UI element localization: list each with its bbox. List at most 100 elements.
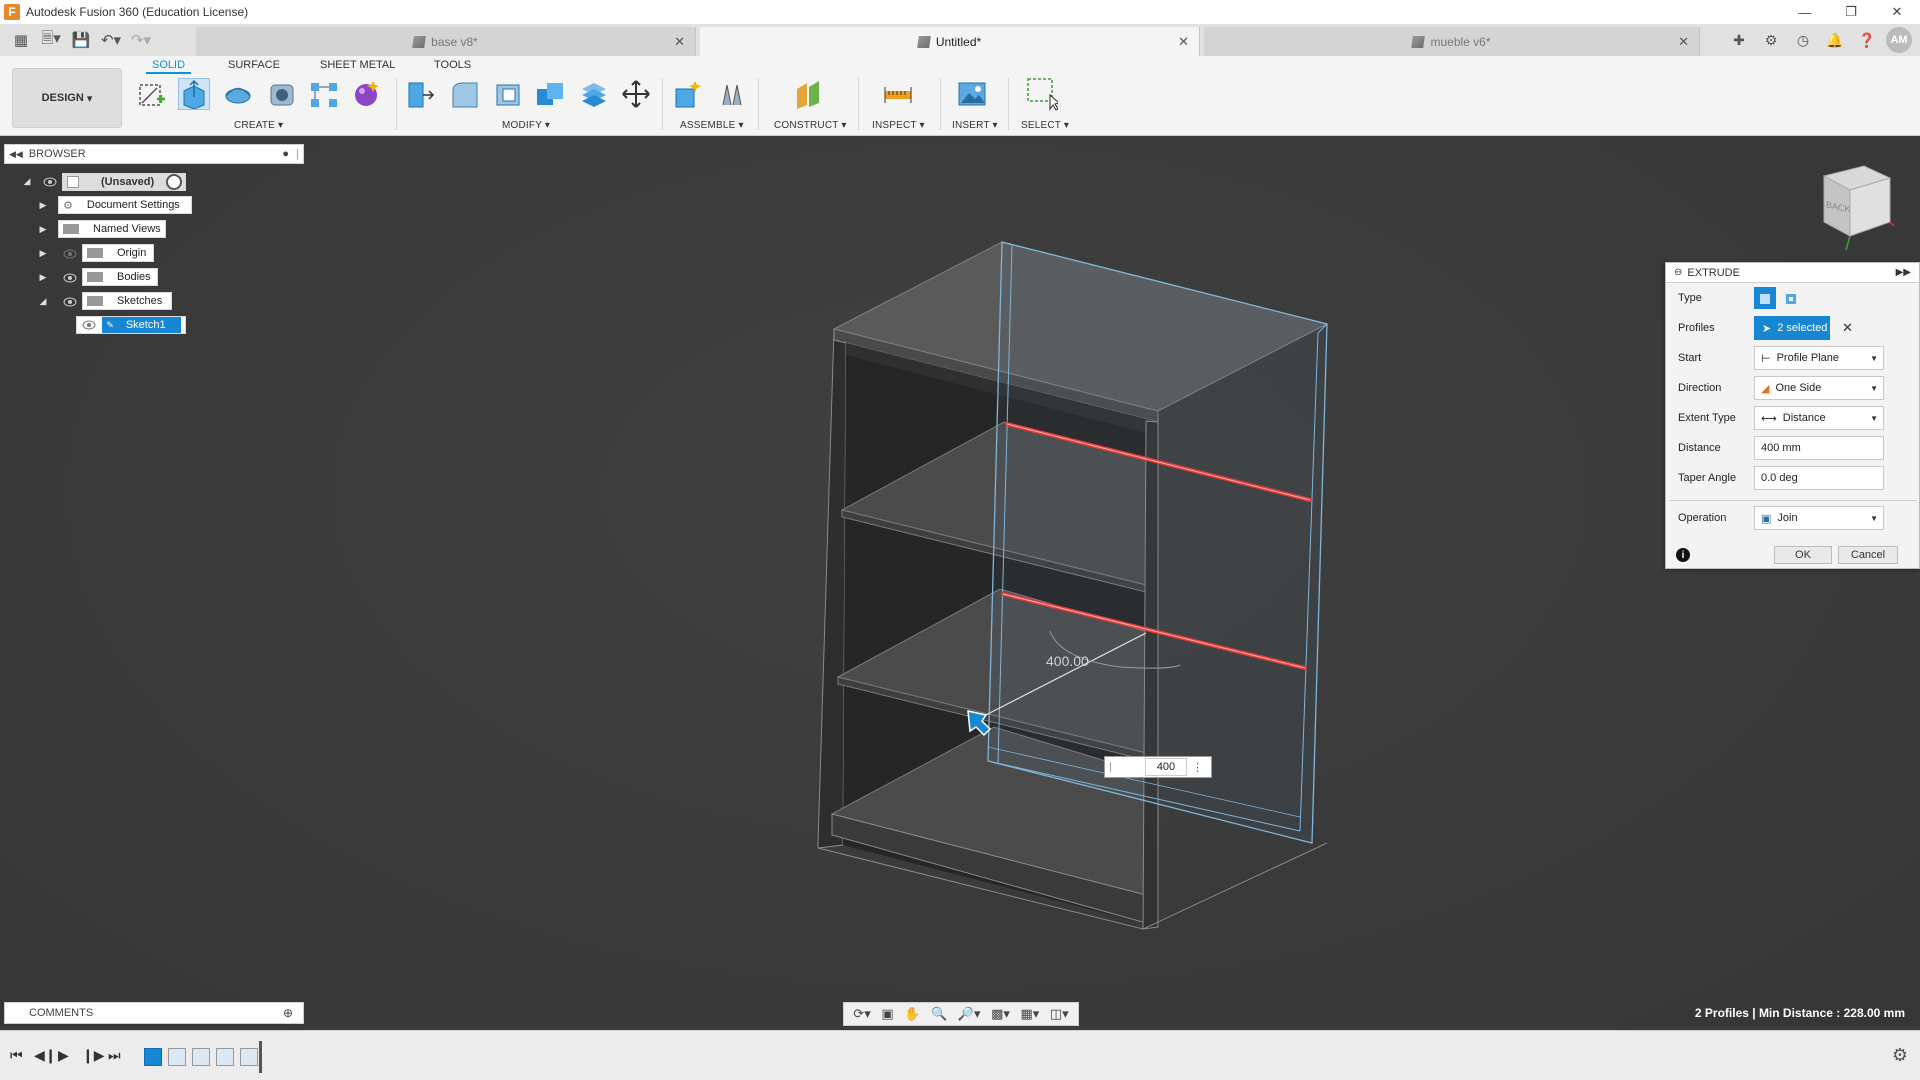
expand-bodies-icon[interactable]: ▶ (38, 272, 48, 282)
close-window-icon[interactable]: ✕ (1874, 0, 1920, 24)
go-to-start-icon[interactable]: ⏮ (10, 1047, 23, 1064)
revolve-icon[interactable] (222, 78, 254, 110)
group-modify[interactable]: MODIFY ▾ (502, 120, 550, 131)
user-avatar[interactable]: AM (1886, 27, 1912, 53)
taper-angle-input[interactable]: 0.0 deg (1754, 466, 1884, 490)
tab-solid[interactable]: SOLID (145, 59, 192, 74)
new-tab-icon[interactable]: ✚ (1726, 27, 1752, 53)
browser-pin-icon[interactable]: ● (282, 148, 289, 160)
extrude-icon[interactable] (178, 78, 210, 110)
expand-document-settings-icon[interactable]: ▶ (38, 200, 48, 210)
tab-base-v8[interactable]: base v8* ✕ (196, 27, 696, 56)
offset-face-icon[interactable] (578, 78, 610, 110)
group-insert[interactable]: INSERT ▾ (952, 120, 998, 131)
group-construct[interactable]: CONSTRUCT ▾ (774, 120, 847, 131)
visibility-eye-icon[interactable] (81, 317, 96, 333)
info-icon[interactable]: i (1676, 548, 1690, 562)
add-comment-icon[interactable]: ⊕ (283, 1006, 293, 1020)
timeline-feature-extrude[interactable] (240, 1048, 258, 1066)
visibility-eye-icon[interactable] (62, 270, 78, 286)
notifications-icon[interactable]: 🔔 (1822, 27, 1848, 53)
group-select[interactable]: SELECT ▾ (1021, 120, 1069, 131)
clear-selection-icon[interactable]: ✕ (1842, 320, 1853, 336)
timeline-feature-sketch[interactable] (144, 1048, 162, 1066)
workspace-switcher[interactable]: DESIGN ▾ (12, 68, 122, 128)
file-menu-icon[interactable]: 🗏▾ (38, 27, 64, 53)
tab-tools[interactable]: TOOLS (434, 59, 471, 71)
press-pull-icon[interactable] (404, 78, 436, 110)
grid-settings-icon[interactable]: ▦▾ (1020, 1006, 1039, 1022)
step-back-icon[interactable]: ◀❙ (34, 1047, 57, 1064)
shell-icon[interactable] (492, 78, 524, 110)
collapse-browser-icon[interactable]: ◀◀ (9, 149, 23, 160)
timeline-marker[interactable] (259, 1041, 262, 1073)
tab-surface[interactable]: SURFACE (228, 59, 280, 71)
undo-icon[interactable]: ↶▾ (98, 27, 124, 53)
minimize-icon[interactable]: — (1782, 0, 1828, 24)
extensions-icon[interactable]: ⚙ (1758, 27, 1784, 53)
browser-resize-icon[interactable]: | (296, 148, 299, 160)
play-icon[interactable]: ▶ (58, 1047, 69, 1064)
display-settings-icon[interactable]: ▩▾ (991, 1006, 1010, 1022)
restore-icon[interactable]: ❐ (1828, 0, 1874, 24)
timeline-feature-extrude[interactable] (216, 1048, 234, 1066)
browser-item-origin[interactable]: Origin (82, 244, 154, 262)
close-tab-icon[interactable]: ✕ (1178, 34, 1189, 50)
hole-icon[interactable] (266, 78, 298, 110)
group-create[interactable]: CREATE ▾ (234, 120, 283, 131)
pattern-icon[interactable] (308, 78, 340, 110)
expand-dialog-icon[interactable]: ▶▶ (1896, 267, 1911, 278)
redo-icon[interactable]: ↷▾ (128, 27, 154, 53)
browser-item-sketches[interactable]: Sketches (82, 292, 172, 310)
timeline-feature-extrude[interactable] (192, 1048, 210, 1066)
step-forward-icon[interactable]: ❙▶ (82, 1047, 105, 1064)
combine-icon[interactable] (534, 78, 566, 110)
help-icon[interactable]: ❓ (1854, 27, 1880, 53)
app-grid-icon[interactable]: ▦ (8, 27, 34, 53)
look-at-icon[interactable]: ▣ (881, 1006, 893, 1022)
timeline-feature-extrude[interactable] (168, 1048, 186, 1066)
extent-type-select[interactable]: ⟷ Distance ▼ (1754, 406, 1884, 430)
expand-origin-icon[interactable]: ▶ (38, 248, 48, 258)
cancel-button[interactable]: Cancel (1838, 546, 1898, 564)
type-thin-icon[interactable] (1780, 287, 1802, 309)
job-status-icon[interactable]: ◷ (1790, 27, 1816, 53)
save-icon[interactable]: 💾 (68, 27, 94, 53)
new-component-icon[interactable] (672, 78, 704, 110)
zoom-window-icon[interactable]: 🔎▾ (958, 1006, 981, 1022)
type-solid-icon[interactable] (1754, 287, 1776, 309)
fillet-icon[interactable] (448, 78, 480, 110)
pan-icon[interactable]: ✋ (904, 1006, 920, 1022)
visibility-eye-icon[interactable] (42, 174, 58, 190)
tab-sheet-metal[interactable]: SHEET METAL (320, 59, 395, 71)
visibility-eye-icon[interactable] (62, 246, 78, 262)
insert-image-icon[interactable] (956, 78, 988, 110)
profiles-selection-button[interactable]: ➤ 2 selected (1754, 316, 1830, 340)
close-tab-icon[interactable]: ✕ (1678, 34, 1689, 50)
browser-item-named-views[interactable]: Named Views (58, 220, 166, 238)
expand-root-icon[interactable]: ◢ (22, 176, 32, 186)
distance-input[interactable]: 400 mm (1754, 436, 1884, 460)
offset-plane-icon[interactable] (792, 78, 824, 110)
move-icon[interactable] (620, 78, 652, 110)
operation-select[interactable]: ▣ Join ▼ (1754, 506, 1884, 530)
orbit-icon[interactable]: ⟳▾ (853, 1006, 870, 1022)
expand-named-views-icon[interactable]: ▶ (38, 224, 48, 234)
tab-untitled[interactable]: Untitled* ✕ (700, 27, 1200, 56)
start-select[interactable]: ⊢ Profile Plane ▼ (1754, 346, 1884, 370)
direction-select[interactable]: ◢ One Side ▼ (1754, 376, 1884, 400)
select-icon[interactable] (1026, 78, 1058, 111)
create-form-icon[interactable] (350, 78, 382, 110)
group-inspect[interactable]: INSPECT ▾ (872, 120, 925, 131)
input-options-icon[interactable]: ⋮ (1192, 761, 1203, 774)
distance-inline-input[interactable]: 400 (1145, 758, 1187, 776)
ok-button[interactable]: OK (1774, 546, 1832, 564)
zoom-icon[interactable]: 🔍 (931, 1006, 947, 1022)
collapse-sketches-icon[interactable]: ◢ (38, 296, 48, 306)
visibility-eye-icon[interactable] (62, 294, 78, 310)
dialog-minus-icon[interactable]: ⊖ (1674, 267, 1682, 278)
timeline-settings-icon[interactable]: ⚙ (1892, 1045, 1908, 1066)
joint-icon[interactable] (716, 78, 748, 110)
close-tab-icon[interactable]: ✕ (674, 34, 685, 50)
measure-icon[interactable] (882, 78, 914, 110)
